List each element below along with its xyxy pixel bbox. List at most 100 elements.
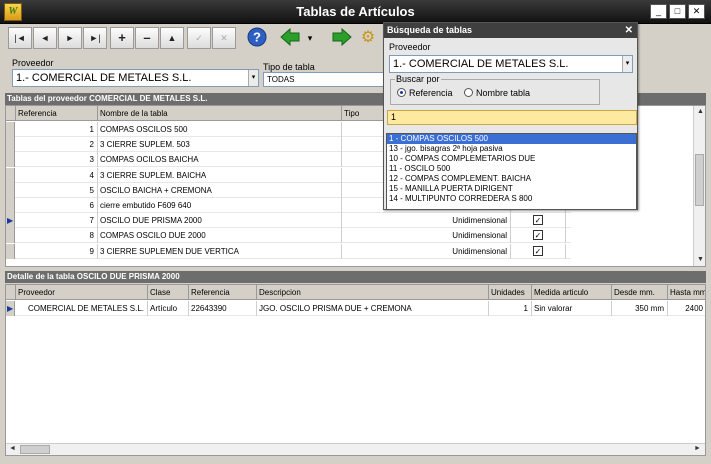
row-selector[interactable] bbox=[6, 167, 15, 183]
close-icon[interactable]: ✕ bbox=[625, 23, 633, 38]
nombre-cell: OSCILO DUE PRISMA 2000 bbox=[98, 213, 342, 229]
table-row[interactable]: 93 CIERRE SUPLEMEN DUE VERTICA Unidimensi… bbox=[6, 243, 571, 259]
nombre-cell: COMPAS OSCILOS 500 bbox=[98, 122, 342, 137]
nombre-cell: 3 CIERRE SUPLEM. 503 bbox=[98, 137, 342, 153]
maximize-button[interactable]: □ bbox=[669, 4, 686, 19]
close-button[interactable]: ✕ bbox=[688, 4, 705, 19]
table-row[interactable]: 8 COMPAS OSCILO DUE 2000 Unidimensional ✓ bbox=[6, 228, 571, 244]
scroll-up-icon[interactable]: ▲ bbox=[697, 108, 704, 115]
search-result-item[interactable]: 1 - COMPAS OSCILOS 500 bbox=[387, 134, 636, 144]
referencia-cell: 6 bbox=[16, 198, 98, 213]
checkbox[interactable]: ✓ bbox=[533, 230, 543, 241]
hscroll-thumb[interactable] bbox=[20, 445, 50, 454]
radio-nombre-tabla[interactable] bbox=[464, 88, 473, 97]
row-selector[interactable] bbox=[6, 243, 15, 259]
detail-header-descripcion[interactable]: Descripcion bbox=[257, 285, 489, 300]
detail-proveedor-cell: COMERCIAL DE METALES S.L. bbox=[16, 301, 148, 316]
search-result-item[interactable]: 10 - COMPAS COMPLEMETARIOS DUE bbox=[387, 154, 636, 164]
detail-hasta-cell: 2400 bbox=[668, 301, 705, 316]
check-cell: ✓ bbox=[511, 213, 566, 229]
help-icon[interactable]: ? bbox=[245, 27, 269, 49]
chevron-down-icon[interactable]: ▾ bbox=[622, 56, 632, 72]
detail-header-referencia[interactable]: Referencia bbox=[189, 285, 257, 300]
detail-grid: Proveedor Clase Referencia Descripcion U… bbox=[5, 284, 706, 456]
checkbox[interactable]: ✓ bbox=[533, 215, 543, 226]
nombre-cell: COMPAS OSCILO DUE 2000 bbox=[98, 228, 342, 244]
back-arrow-icon[interactable] bbox=[278, 27, 302, 49]
proveedor-select-value: 1.- COMERCIAL DE METALES S.L. bbox=[16, 72, 192, 84]
referencia-cell: 8 bbox=[16, 228, 98, 244]
row-selector[interactable] bbox=[6, 182, 15, 198]
search-input[interactable]: 1 bbox=[387, 110, 637, 125]
column-header-nombre[interactable]: Nombre de la tabla bbox=[98, 106, 342, 121]
column-header-referencia[interactable]: Referencia bbox=[16, 106, 98, 121]
tipo-tabla-select[interactable]: TODAS bbox=[263, 72, 386, 87]
dialog-proveedor-select-value: 1.- COMERCIAL DE METALES S.L. bbox=[393, 58, 569, 70]
current-row-icon[interactable]: ▶ bbox=[6, 213, 15, 229]
detail-descripcion-cell: JGO. OSCILO PRISMA DUE + CREMONA bbox=[257, 301, 489, 316]
search-result-item[interactable]: 11 - OSCILO 500 bbox=[387, 164, 636, 174]
first-record-button[interactable]: |◄ bbox=[8, 27, 32, 49]
row-selector[interactable] bbox=[6, 228, 15, 244]
scroll-thumb[interactable] bbox=[695, 154, 704, 206]
scroll-left-icon[interactable]: ◄ bbox=[9, 445, 16, 452]
search-result-item[interactable]: 15 - MANILLA PUERTA DIRIGENT bbox=[387, 184, 636, 194]
search-result-item[interactable]: 14 - MULTIPUNTO CORREDERA S 800 bbox=[387, 194, 636, 204]
row-selector[interactable] bbox=[6, 122, 15, 137]
cancel-edit-button[interactable]: ✕ bbox=[212, 27, 236, 49]
proveedor-select[interactable]: 1.- COMERCIAL DE METALES S.L. ▾ bbox=[12, 69, 259, 87]
chevron-down-icon[interactable]: ▾ bbox=[248, 70, 258, 86]
radio-nombre-tabla-label[interactable]: Nombre tabla bbox=[476, 88, 530, 98]
forward-arrow-icon[interactable] bbox=[330, 27, 354, 49]
detail-horizontal-scrollbar[interactable]: ◄ ► bbox=[6, 443, 705, 455]
detail-header-hasta[interactable]: Hasta mm bbox=[668, 285, 705, 300]
search-results-list[interactable]: 1 - COMPAS OSCILOS 500 13 - jgo. bisagras… bbox=[386, 133, 637, 210]
history-dropdown-icon[interactable]: ▾ bbox=[303, 27, 317, 49]
detail-header-medida[interactable]: Medida articulo bbox=[532, 285, 612, 300]
row-selector[interactable] bbox=[6, 152, 15, 168]
detail-header-proveedor[interactable]: Proveedor bbox=[16, 285, 148, 300]
edit-up-button[interactable]: ▲ bbox=[160, 27, 184, 49]
row-selector[interactable] bbox=[6, 137, 15, 153]
proveedor-label: Proveedor bbox=[12, 58, 54, 68]
radio-referencia-label[interactable]: Referencia bbox=[409, 88, 453, 98]
tipo-cell: Unidimensional bbox=[342, 228, 511, 244]
detail-header-unidades[interactable]: Unidades bbox=[489, 285, 532, 300]
dialog-proveedor-select[interactable]: 1.- COMERCIAL DE METALES S.L. ▾ bbox=[389, 55, 633, 73]
search-dialog-title-text: Búsqueda de tablas bbox=[387, 25, 473, 35]
title-bar: W Tablas de Artículos _ □ ✕ bbox=[0, 0, 711, 24]
scroll-down-icon[interactable]: ▼ bbox=[697, 256, 704, 263]
detail-clase-cell: Artículo bbox=[148, 301, 189, 316]
buscar-por-group: Buscar por Referencia Nombre tabla bbox=[390, 74, 600, 105]
search-result-item[interactable]: 12 - COMPAS COMPLEMENT. BAICHA bbox=[387, 174, 636, 184]
detail-row[interactable]: ▶ COMERCIAL DE METALES S.L. Artículo 226… bbox=[6, 301, 705, 316]
add-record-button[interactable]: + bbox=[110, 27, 134, 49]
minimize-button[interactable]: _ bbox=[650, 4, 667, 19]
search-result-item[interactable]: 13 - jgo. bisagras 2ª hoja pasiva bbox=[387, 144, 636, 154]
detail-section-title: Detalle de la tabla OSCILO DUE PRISMA 20… bbox=[5, 271, 706, 283]
check-cell: ✓ bbox=[511, 228, 566, 244]
row-selector-header bbox=[6, 106, 16, 121]
window-title: Tablas de Artículos bbox=[296, 4, 415, 19]
search-dialog-title: Búsqueda de tablas ✕ bbox=[384, 23, 637, 38]
detail-header-desde[interactable]: Desde mm. bbox=[612, 285, 668, 300]
tables-vertical-scrollbar[interactable]: ▲ ▼ bbox=[693, 106, 705, 266]
check-cell: ✓ bbox=[511, 243, 566, 259]
radio-referencia[interactable] bbox=[397, 88, 406, 97]
table-row[interactable]: ▶ 7 OSCILO DUE PRISMA 2000 Unidimensional ✓ bbox=[6, 213, 571, 229]
next-record-button[interactable]: ► bbox=[58, 27, 82, 49]
scroll-right-icon[interactable]: ► bbox=[694, 445, 701, 452]
tools-icon[interactable]: ⚙ bbox=[356, 27, 380, 49]
detail-row-selector-header bbox=[6, 285, 16, 300]
nombre-cell: 3 CIERRE SUPLEMEN DUE VERTICA bbox=[98, 243, 342, 259]
checkbox[interactable]: ✓ bbox=[533, 245, 543, 256]
delete-record-button[interactable]: – bbox=[135, 27, 159, 49]
confirm-button[interactable]: ✓ bbox=[187, 27, 211, 49]
row-selector[interactable] bbox=[6, 198, 15, 213]
previous-record-button[interactable]: ◄ bbox=[33, 27, 57, 49]
nombre-cell: 3 CIERRE SUPLEM. BAICHA bbox=[98, 167, 342, 183]
buscar-por-label: Buscar por bbox=[395, 74, 441, 84]
dialog-proveedor-label: Proveedor bbox=[389, 42, 431, 52]
last-record-button[interactable]: ►| bbox=[83, 27, 107, 49]
detail-header-clase[interactable]: Clase bbox=[148, 285, 189, 300]
